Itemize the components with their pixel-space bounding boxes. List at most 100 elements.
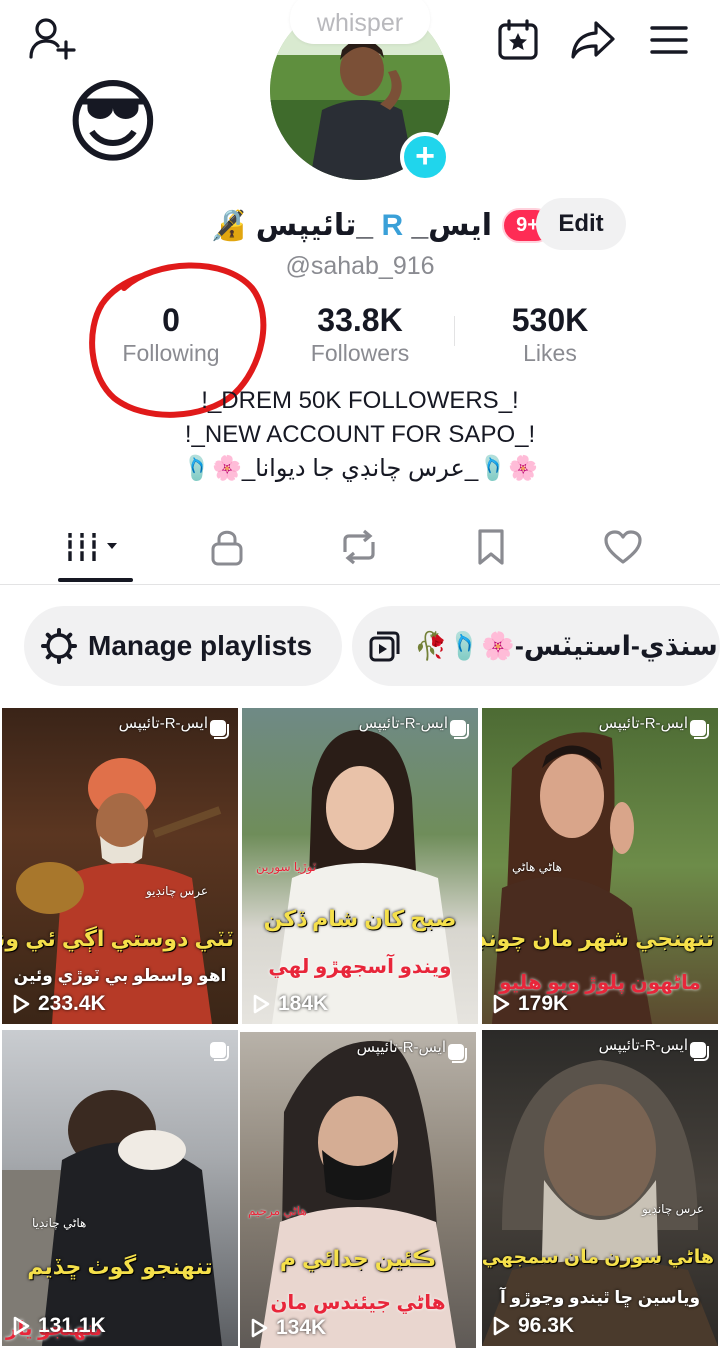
video-views: 131.1K xyxy=(12,1314,106,1338)
following-stat[interactable]: 0 Following xyxy=(71,300,271,366)
video-thumbnail[interactable]: ايس-R-تائيپس هاڻي مرحيم ڪئين جدائي م هاڻ… xyxy=(240,1032,476,1348)
video-views: 179K xyxy=(492,992,568,1016)
tab-private[interactable] xyxy=(162,512,292,582)
followers-stat[interactable]: 33.8K Followers xyxy=(260,300,460,366)
play-icon xyxy=(13,1316,30,1336)
profile-tabs xyxy=(0,512,720,585)
play-icon xyxy=(493,1316,510,1336)
video-view-count: 96.3K xyxy=(518,1314,575,1337)
multi-image-icon xyxy=(690,1042,709,1061)
play-icon xyxy=(13,994,30,1014)
multi-image-icon xyxy=(450,720,469,739)
video-top-caption: ايس-R-تائيپس xyxy=(598,715,688,732)
bookmark-icon xyxy=(478,529,504,565)
video-image xyxy=(2,1090,222,1346)
video-thumbnail[interactable]: ايس-R-تائيپس عرس چانڊيو ٽٽي دوستي اڳي ئي… xyxy=(2,708,238,1024)
bio-line: !_DREM 50K FOLLOWERS_! xyxy=(201,387,519,414)
name-letter-r: R xyxy=(381,208,404,242)
playlist-chip-label: سنڌي-استيٽس-🌸🩴🥀 xyxy=(414,631,718,661)
followers-label: Followers xyxy=(310,340,410,366)
video-view-count: 233.4K xyxy=(38,992,106,1015)
video-view-count: 131.1K xyxy=(38,1314,106,1337)
video-thumbnail[interactable]: ايس-R-تائيپس عرس چانڊيو هاڻي سورن مان سم… xyxy=(482,1030,718,1346)
multi-image-icon xyxy=(210,720,229,739)
video-caption-red: ويندو آسجهڙو لهي xyxy=(268,956,452,978)
lock-icon xyxy=(211,530,243,566)
video-caption-yellow: صبح کان شام ڏکن xyxy=(263,906,457,931)
likes-stat[interactable]: 530K Likes xyxy=(450,300,650,366)
name-part-1: _تائيپس xyxy=(255,208,374,242)
video-tag: عرس چانڊيو xyxy=(145,884,208,898)
share-arrow-icon xyxy=(571,21,615,59)
video-tag: هاڻي هاڻي xyxy=(512,860,562,874)
video-view-count: 179K xyxy=(518,992,569,1015)
video-tag: هاڻي مرحيم xyxy=(248,1204,307,1218)
add-story-plus-icon[interactable]: + xyxy=(400,132,450,182)
bio-line: 🌸🩴_عرس چانڊي جا ديوانا_🌸🩴 xyxy=(182,455,538,482)
video-views: 184K xyxy=(252,992,328,1016)
video-views: 96.3K xyxy=(492,1314,574,1338)
person-add-icon xyxy=(29,18,76,60)
add-friend-button[interactable] xyxy=(24,14,80,64)
calendar-button[interactable] xyxy=(492,14,544,66)
video-thumbnail[interactable]: هاڻي چانڊيا تنهنجو گوٺ ڇڏيم تنهنجو يار 1… xyxy=(2,1030,238,1346)
play-icon xyxy=(251,1318,268,1338)
video-view-count: 134K xyxy=(276,1316,327,1339)
video-tag: عرس چانڊيو xyxy=(641,1202,704,1216)
grid-icon xyxy=(66,533,117,561)
manage-playlists-button[interactable]: Manage playlists xyxy=(24,606,342,686)
bio-line: !_NEW ACCOUNT FOR SAPO_! xyxy=(184,421,536,448)
video-top-caption: ايس-R-تائيپس xyxy=(358,715,448,732)
tab-reposts[interactable] xyxy=(294,512,424,582)
tab-saved[interactable] xyxy=(426,512,556,582)
video-thumbnail[interactable]: ايس-R-تائيپس هاڻي هاڻي تنهنجي شهر مان چو… xyxy=(482,708,718,1024)
video-caption-yellow: هاڻي سورن مان سمجهي xyxy=(482,1247,714,1268)
video-caption-yellow: تنهنجي شهر مان چونڊجي xyxy=(482,926,714,951)
multi-image-icon xyxy=(448,1044,467,1063)
username: @sahab_916 xyxy=(285,252,435,280)
multi-image-icon xyxy=(210,1042,229,1061)
display-name: ايس_ R _تائيپس 🔏 xyxy=(210,208,492,243)
video-top-caption: ايس-R-تائيپس xyxy=(598,1037,688,1054)
following-label: Following xyxy=(122,340,220,366)
edit-profile-button[interactable]: Edit xyxy=(536,198,626,250)
video-caption-white: اهو واسطو بي ٽوڙي وئين xyxy=(13,966,227,985)
video-top-caption: ايس-R-تائيپس xyxy=(356,1039,446,1056)
playlist-icon xyxy=(369,631,400,662)
followers-count: 33.8K xyxy=(317,302,403,338)
share-profile-button[interactable] xyxy=(566,14,620,66)
likes-label: Likes xyxy=(523,340,577,366)
video-view-count: 184K xyxy=(278,992,329,1015)
repost-icon xyxy=(343,529,375,565)
video-thumbnail[interactable]: ايس-R-تائيپس ٽوڙيا سورين صبح کان شام ڏکن… xyxy=(242,708,478,1024)
video-caption-white: وياسين ڇا ٿيندو وڃوڙو آ xyxy=(499,1288,701,1307)
video-views: 233.4K xyxy=(12,992,106,1016)
hamburger-menu-icon xyxy=(650,26,688,54)
video-caption-yellow: تنهنجو گوٺ ڇڏيم xyxy=(27,1254,213,1279)
playlist-chip[interactable]: سنڌي-استيٽس-🌸🩴🥀 xyxy=(352,606,720,686)
video-caption-yellow: ٽٽي دوستي اڳي ئي وني xyxy=(2,926,234,951)
multi-image-icon xyxy=(690,720,709,739)
tab-liked[interactable] xyxy=(558,512,688,582)
active-tab-indicator xyxy=(58,578,133,582)
calendar-star-icon xyxy=(498,19,538,60)
display-name-row: ايس_ R _تائيپس 🔏 9+ xyxy=(210,200,553,250)
lock-key-emoji: 🔏 xyxy=(210,208,248,242)
video-tag: هاڻي چانڊيا xyxy=(32,1216,87,1230)
heart-icon xyxy=(604,530,642,564)
following-count: 0 xyxy=(162,302,180,338)
manage-playlists-label: Manage playlists xyxy=(88,630,313,661)
video-caption-red: هاڻي جيئندس مان xyxy=(270,1292,446,1314)
play-icon xyxy=(493,994,510,1014)
video-caption-yellow: ڪئين جدائي م xyxy=(279,1246,437,1271)
video-tag: ٽوڙيا سورين xyxy=(256,860,317,874)
sunglasses-emoji-sticker: 😎 xyxy=(65,72,161,174)
gear-icon xyxy=(41,628,77,664)
play-icon xyxy=(253,994,270,1014)
profile-bio: !_DREM 50K FOLLOWERS_! !_NEW ACCOUNT FOR… xyxy=(0,384,720,486)
whisper-note-bubble[interactable]: whisper xyxy=(290,0,430,44)
likes-count: 530K xyxy=(511,302,589,338)
tab-videos[interactable] xyxy=(28,512,158,582)
profile-avatar-area[interactable]: whisper + xyxy=(270,0,450,182)
menu-button[interactable] xyxy=(644,14,694,66)
